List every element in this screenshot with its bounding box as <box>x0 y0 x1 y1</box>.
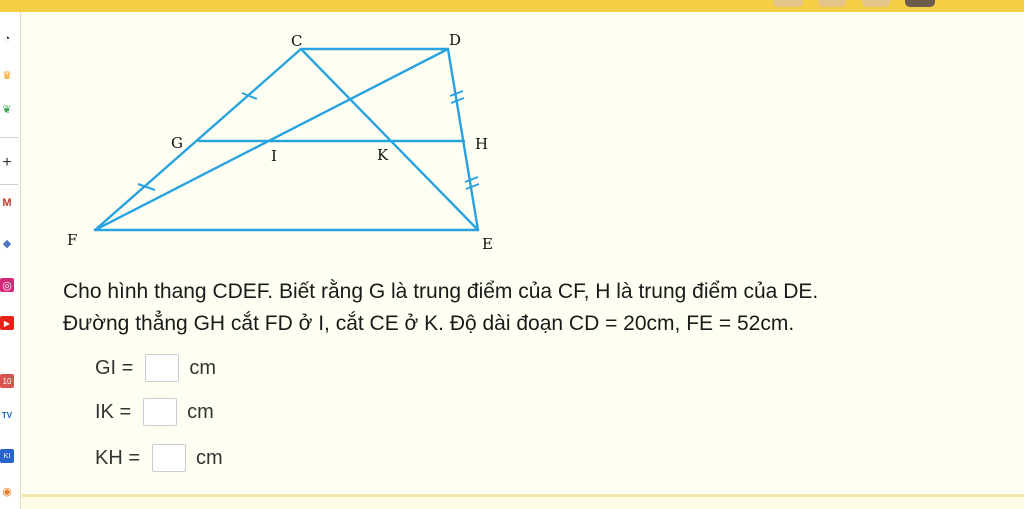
vertex-label-f: F <box>67 231 77 249</box>
answer-label-ik: IK = <box>95 400 132 423</box>
vertex-label-d: D <box>449 31 461 49</box>
vertex-label-i: I <box>271 147 277 165</box>
answer-row-ik: IK = cm <box>95 397 214 427</box>
answer-unit: cm <box>187 400 214 423</box>
answer-row-gi: GI = cm <box>95 353 216 383</box>
vertex-label-c: C <box>291 32 302 50</box>
tick-mark-he-2 <box>465 183 480 190</box>
vertex-label-e: E <box>482 235 493 253</box>
trapezoid-figure: C D G I K H F E <box>67 31 493 253</box>
answer-unit: cm <box>196 446 223 469</box>
answer-label-kh: KH = <box>95 446 141 469</box>
answer-input-kh[interactable] <box>152 444 187 472</box>
problem-statement: Cho hình thang CDEF. Biết rằng G là trun… <box>63 276 1003 340</box>
vertex-label-h: H <box>475 135 488 153</box>
answer-label-gi: GI = <box>95 356 134 379</box>
answer-unit: cm <box>189 356 217 379</box>
answer-input-gi[interactable] <box>145 354 180 382</box>
vertex-label-k: K <box>377 146 389 164</box>
problem-text-line-2: Đường thẳng GH cắt FD ở I, cắt CE ở K. Đ… <box>63 312 795 335</box>
tick-mark-he-1 <box>464 176 479 183</box>
answer-row-kh: KH = cm <box>95 443 223 473</box>
vertex-label-g: G <box>171 134 183 152</box>
problem-text-line-1: Cho hình thang CDEF. Biết rằng G là trun… <box>63 280 819 303</box>
answer-input-ik[interactable] <box>143 398 178 426</box>
